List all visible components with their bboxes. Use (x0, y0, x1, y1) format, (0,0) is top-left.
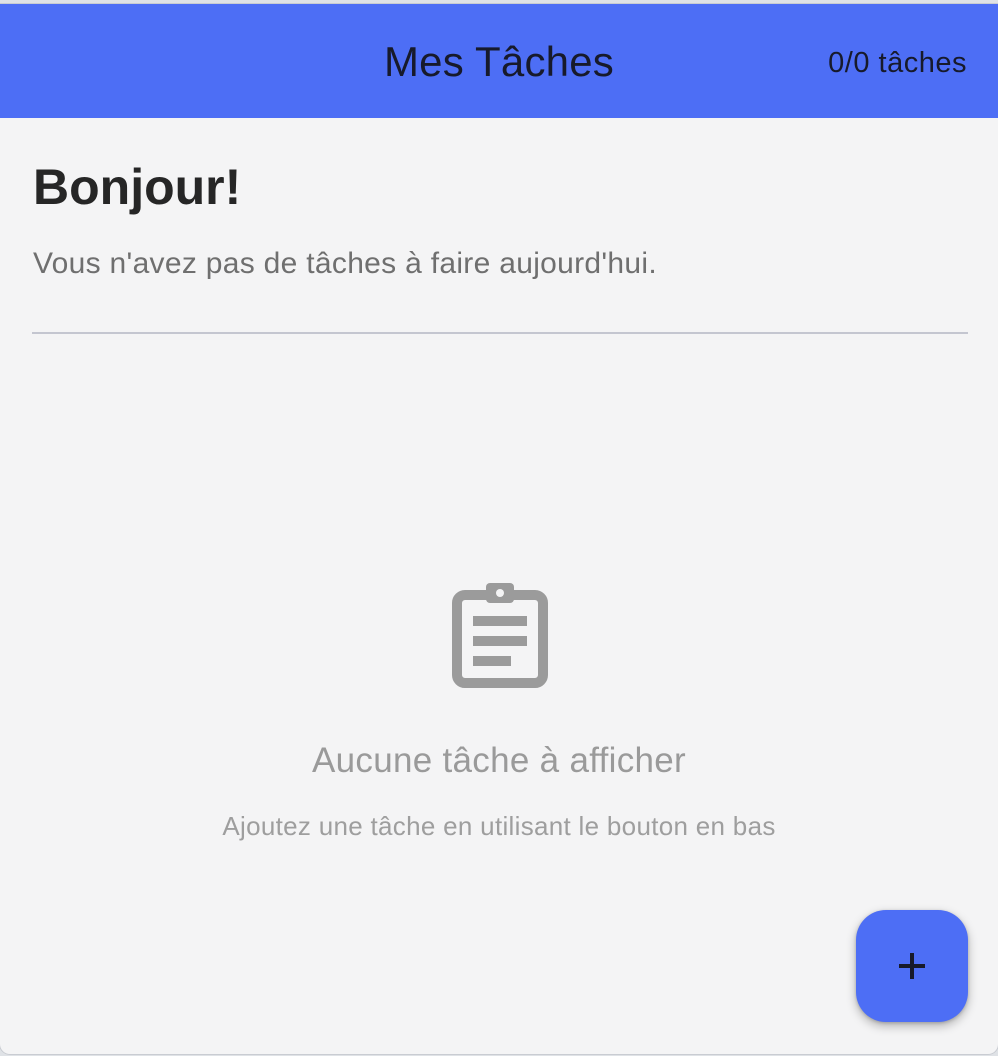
task-count: 0/0 tâches (828, 47, 967, 79)
task-summary-text: Vous n'avez pas de tâches à faire aujour… (33, 247, 657, 280)
empty-state-hint: Ajoutez une tâche en utilisant le bouton… (222, 811, 776, 841)
add-icon (899, 953, 925, 979)
app-window: Mes Tâches 0/0 tâches Bonjour! Vous n'av… (0, 4, 998, 1054)
clipboard-icon (446, 578, 554, 692)
add-task-button[interactable] (856, 910, 968, 1022)
greeting-heading: Bonjour! (33, 159, 242, 215)
empty-state-title: Aucune tâche à afficher (311, 741, 686, 780)
app-bar: Mes Tâches 0/0 tâches (0, 4, 998, 118)
section-divider (32, 332, 968, 334)
